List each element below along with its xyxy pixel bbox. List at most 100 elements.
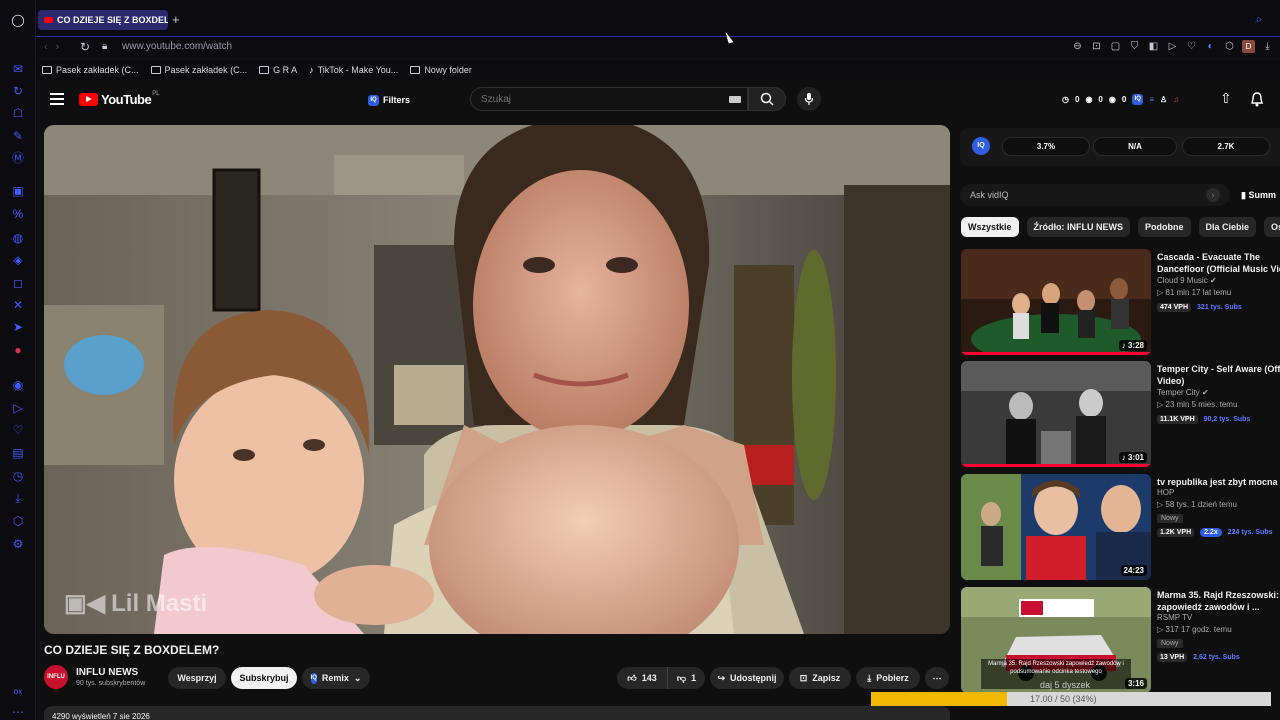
dislike-button[interactable]: 👎︎ 1 xyxy=(667,667,705,689)
extension-blue-icon[interactable]: ◐ xyxy=(1204,40,1217,53)
shield-icon[interactable]: ⛉ xyxy=(1128,40,1141,53)
menu-lines-icon[interactable]: ≡ xyxy=(1149,95,1154,104)
chip-recent[interactable]: Ostatnio xyxy=(1264,217,1280,237)
vidiq-logo[interactable]: IQ xyxy=(972,137,990,155)
description-box[interactable]: 4290 wyświetleń 7 sie 2026 xyxy=(44,706,950,720)
new-tab-button[interactable]: + xyxy=(172,12,180,27)
url-field[interactable]: www.youtube.com/watch xyxy=(122,41,232,52)
twitch-icon[interactable]: ▣ xyxy=(11,184,25,198)
recommendation-item[interactable]: ♪ 3:28 Cascada - Evacuate The Dancefloor… xyxy=(961,249,1280,357)
video-title[interactable]: Marma 35. Rajd Rzeszowski: zapowiedź zaw… xyxy=(1157,589,1280,613)
heart-icon[interactable]: ♡ xyxy=(11,423,25,437)
extensions-icon[interactable]: ⬡ xyxy=(11,514,25,528)
search-button[interactable] xyxy=(748,87,786,111)
x-icon[interactable]: ✕ xyxy=(11,298,25,312)
chip-for-you[interactable]: Dla Ciebie xyxy=(1198,217,1257,237)
channel-name[interactable]: INFLU NEWS xyxy=(76,667,138,678)
download-button[interactable]: ⤓ Pobierz xyxy=(856,667,920,689)
support-button[interactable]: Wesprzyj xyxy=(168,667,226,689)
back-forward-icons[interactable]: ‹› xyxy=(44,41,67,53)
save-button[interactable]: ⊡ Zapisz xyxy=(789,667,851,689)
telegram-icon[interactable]: ➤ xyxy=(11,320,25,334)
summary-button[interactable]: ▮ Summ xyxy=(1241,190,1276,201)
downloads-icon[interactable]: ⤓ xyxy=(11,491,25,505)
subscribe-button[interactable]: Subskrybuj xyxy=(231,667,297,689)
zoom-icon[interactable]: ⊖ xyxy=(1071,40,1084,53)
heart-icon[interactable]: ♡ xyxy=(1185,40,1198,53)
chip-similar[interactable]: Podobne xyxy=(1138,217,1191,237)
channel-name[interactable]: HOP xyxy=(1157,488,1174,497)
video-title[interactable]: tv republika jest zbyt mocna xyxy=(1157,476,1280,488)
profile-avatar[interactable]: D xyxy=(1242,40,1255,53)
voice-search-button[interactable] xyxy=(797,87,821,111)
bookmark-folder[interactable]: Nowy folder xyxy=(410,65,472,75)
video-title[interactable]: Cascada - Evacuate The Dancefloor (Offic… xyxy=(1157,251,1280,275)
like-button[interactable]: 👍︎ 143 xyxy=(617,667,667,689)
refresh-icon[interactable]: ↻ xyxy=(11,84,25,98)
channel-name[interactable]: Cloud 9 Music ✔ xyxy=(1157,276,1217,285)
bot-icon[interactable]: ☖ xyxy=(11,106,25,120)
snapshot-icon[interactable]: ▢ xyxy=(1109,40,1122,53)
vk-icon[interactable]: ● xyxy=(11,343,25,357)
thumbnail[interactable]: ♪ 3:01 xyxy=(961,361,1151,467)
vidiq-metric[interactable]: 2.7K xyxy=(1182,137,1270,156)
history-icon[interactable]: ◷ xyxy=(11,469,25,483)
lock-icon[interactable]: 🔒︎ xyxy=(102,41,107,52)
menu-icon[interactable] xyxy=(50,93,64,105)
chip-source[interactable]: Źródło: INFLU NEWS xyxy=(1026,217,1131,237)
share-button[interactable]: ↪ Udostępnij xyxy=(710,667,784,689)
tab-search-icon[interactable]: ⌕ xyxy=(1255,12,1262,27)
upload-icon[interactable]: ⇧ xyxy=(1220,90,1232,107)
vidiq-filters-button[interactable]: IQ Filters xyxy=(368,91,410,109)
remix-button[interactable]: IQ Remix ⌄ xyxy=(302,667,370,689)
mail-icon[interactable]: ✉ xyxy=(11,62,25,76)
vidiq-icon[interactable]: IQ xyxy=(1132,94,1144,105)
settings-icon[interactable]: ⚙ xyxy=(11,537,25,551)
discord-icon[interactable]: ◈ xyxy=(11,253,25,267)
edit-icon[interactable]: ✎ xyxy=(11,129,25,143)
bookmark-folder[interactable]: G R A xyxy=(259,65,297,75)
pin-icon[interactable]: ⊡ xyxy=(1090,40,1103,53)
opera-logo-icon[interactable]: ◯ xyxy=(11,13,25,27)
bell-red-icon[interactable]: ♫ xyxy=(1173,95,1179,104)
vidiq-metric[interactable]: 3.7% xyxy=(1002,137,1090,156)
thumbnail[interactable]: Marma 35. Rajd Rzeszowski zapowiedź zawo… xyxy=(961,587,1151,693)
video-title[interactable]: Temper City - Self Aware (Official Video… xyxy=(1157,363,1280,387)
video-player[interactable]: ▣◀ Lil Masti xyxy=(44,125,950,634)
recommendation-item[interactable]: 24:23 tv republika jest zbyt mocna HOP ▷… xyxy=(961,474,1280,582)
thumbnail[interactable]: 24:23 xyxy=(961,474,1151,580)
wallet-icon[interactable]: ▤ xyxy=(11,446,25,460)
active-tab[interactable]: CO DZIEJE SIĘ Z BOXDELEM xyxy=(38,10,168,30)
bookmark-tiktok[interactable]: ♪ TikTok - Make You... xyxy=(309,65,398,75)
chip-all[interactable]: Wszystkie xyxy=(961,217,1019,237)
vidiq-metric[interactable]: N/A xyxy=(1093,137,1177,156)
player-icon[interactable]: ▷ xyxy=(11,401,25,415)
channel-avatar[interactable]: INFLU xyxy=(44,665,68,689)
instagram-icon[interactable]: ◻ xyxy=(11,276,25,290)
search-input[interactable] xyxy=(470,87,748,111)
bookmark-folder[interactable]: Pasek zakładek (C... xyxy=(150,65,247,75)
keyboard-icon[interactable] xyxy=(729,96,741,103)
messenger-icon[interactable]: ◍ xyxy=(11,231,25,245)
youtube-logo[interactable]: YouTube PL xyxy=(79,91,160,107)
recommendation-item[interactable]: ♪ 3:01 Temper City - Self Aware (Officia… xyxy=(961,361,1280,469)
download-icon[interactable]: ⤓ xyxy=(1261,40,1274,53)
ox-icon[interactable]: ox xyxy=(11,685,25,699)
user-icon[interactable]: ♙ xyxy=(1160,95,1167,104)
more-icon[interactable]: ⋯ xyxy=(11,705,25,719)
cube-icon[interactable]: ◧ xyxy=(1147,40,1160,53)
play-icon[interactable]: ▷ xyxy=(1166,40,1179,53)
channel-name[interactable]: Temper City ✔ xyxy=(1157,388,1209,397)
bookmark-folder[interactable]: Pasek zakładek (C... xyxy=(42,65,139,75)
percent-icon[interactable]: % xyxy=(11,207,25,221)
more-actions-button[interactable]: ⋯ xyxy=(925,667,949,689)
notifications-icon[interactable] xyxy=(1250,92,1264,112)
thumbnail[interactable]: ♪ 3:28 xyxy=(961,249,1151,355)
spotify-icon[interactable]: ◉ xyxy=(11,378,25,392)
puzzle-icon[interactable]: ⬡ xyxy=(1223,40,1236,53)
channel-name[interactable]: RSMP TV xyxy=(1157,613,1192,622)
ask-vidiq-input[interactable]: Ask vidIQ xyxy=(960,184,1230,206)
chevron-right-icon[interactable]: › xyxy=(1206,188,1220,202)
recommendation-item[interactable]: Marma 35. Rajd Rzeszowski zapowiedź zawo… xyxy=(961,587,1280,695)
m-icon[interactable]: Ⓜ xyxy=(11,151,25,165)
